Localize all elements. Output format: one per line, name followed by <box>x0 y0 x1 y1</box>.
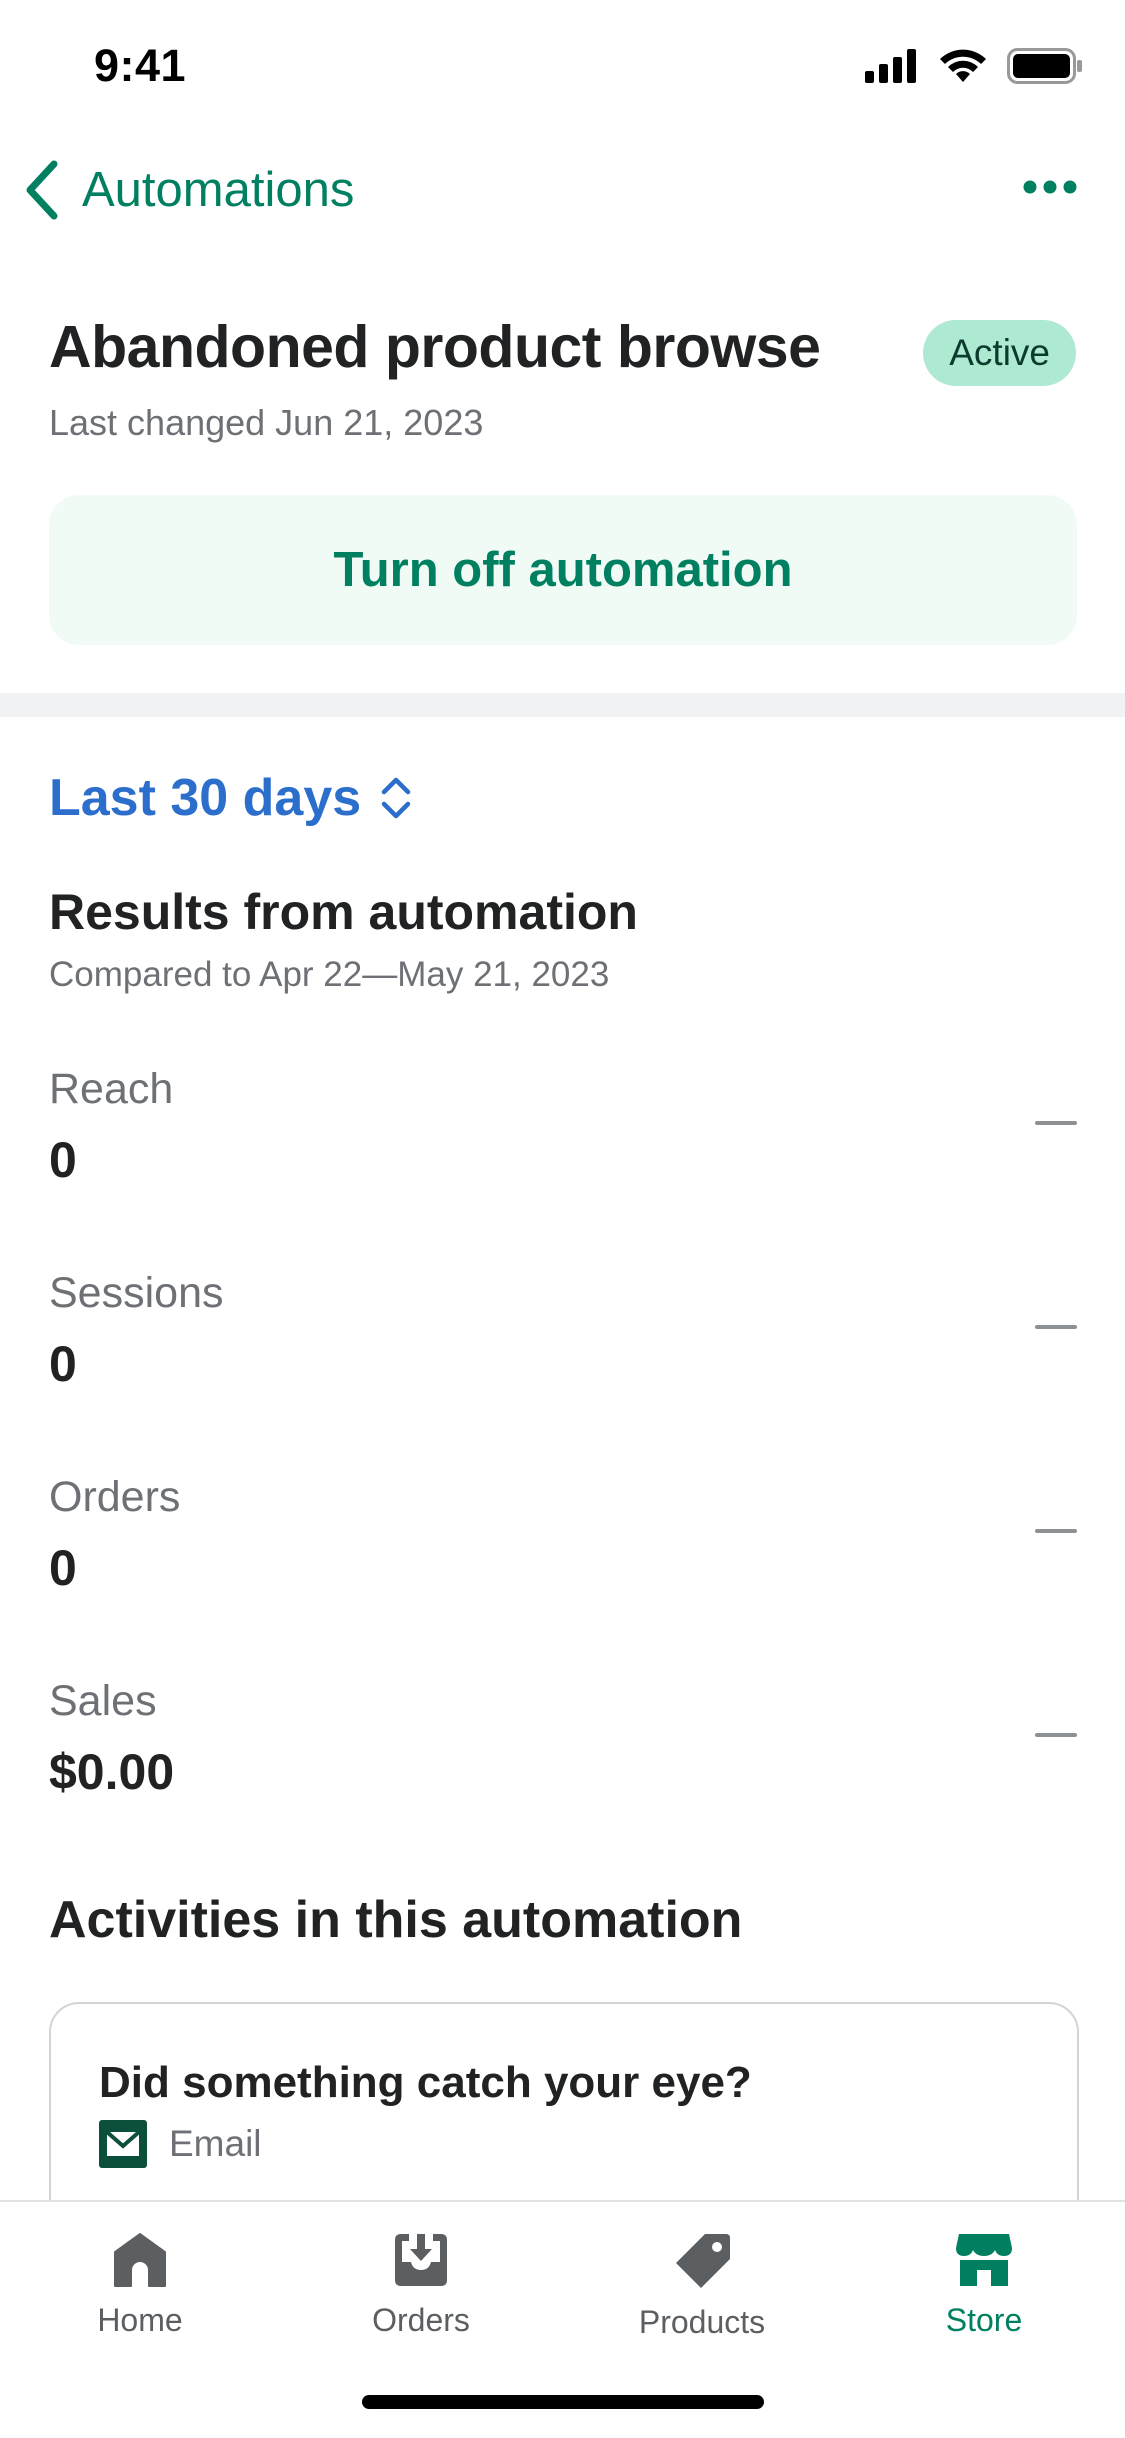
last-changed-text: Last changed Jun 21, 2023 <box>49 402 484 443</box>
more-button[interactable] <box>1023 180 1077 199</box>
status-icons <box>865 48 1083 84</box>
metric-sales: Sales $0.00 <box>49 1677 1077 1857</box>
tab-label: Products <box>638 2304 766 2340</box>
tab-label: Home <box>97 2302 183 2338</box>
tab-store[interactable]: Store <box>884 2232 1084 2339</box>
tab-home[interactable]: Home <box>40 2232 240 2339</box>
results-title: Results from automation <box>49 884 638 940</box>
status-time: 9:41 <box>94 40 187 91</box>
metric-label: Sales <box>49 1677 157 1725</box>
metric-change-dash <box>1035 1121 1077 1125</box>
metric-label: Sessions <box>49 1269 224 1317</box>
tag-icon <box>676 2234 730 2288</box>
status-badge: Active <box>923 320 1076 386</box>
metric-reach: Reach 0 <box>49 1065 1077 1245</box>
home-icon <box>114 2233 166 2287</box>
metric-change-dash <box>1035 1529 1077 1533</box>
metric-label: Reach <box>49 1065 174 1113</box>
tab-orders[interactable]: Orders <box>321 2232 521 2339</box>
date-range-label: Last 30 days <box>49 769 362 827</box>
section-divider <box>0 693 1125 717</box>
tab-label: Orders <box>372 2302 470 2338</box>
back-label: Automations <box>82 163 355 217</box>
wifi-icon <box>940 49 986 82</box>
back-button[interactable]: Automations <box>24 160 354 220</box>
comparison-period: Compared to Apr 22—May 21, 2023 <box>49 955 610 994</box>
metric-orders: Orders 0 <box>49 1473 1077 1653</box>
tab-products[interactable]: Products <box>602 2232 802 2341</box>
page-title: Abandoned product browse <box>49 314 821 380</box>
metric-value: $0.00 <box>49 1744 175 1800</box>
turn-off-automation-button[interactable]: Turn off automation <box>49 495 1077 645</box>
metric-change-dash <box>1035 1733 1077 1737</box>
store-icon <box>956 2234 1012 2286</box>
chevron-up-down-icon <box>381 777 411 819</box>
signal-icon <box>865 49 916 83</box>
activity-type: Email <box>99 2120 262 2168</box>
orders-icon <box>395 2234 447 2286</box>
metric-value: 0 <box>49 1132 77 1188</box>
metric-sessions: Sessions 0 <box>49 1269 1077 1449</box>
home-indicator <box>362 2395 764 2409</box>
date-range-selector[interactable]: Last 30 days <box>49 768 413 828</box>
mail-icon <box>99 2120 147 2168</box>
tab-label: Store <box>945 2302 1023 2338</box>
activities-title: Activities in this automation <box>49 1891 743 1949</box>
metric-value: 0 <box>49 1540 77 1596</box>
metric-change-dash <box>1035 1325 1077 1329</box>
metric-label: Orders <box>49 1473 181 1521</box>
ellipsis-icon <box>1023 180 1077 194</box>
activity-type-label: Email <box>169 2123 262 2164</box>
activity-title: Did something catch your eye? <box>99 2058 752 2107</box>
battery-icon <box>1007 48 1082 84</box>
metric-value: 0 <box>49 1336 77 1392</box>
chevron-left-icon <box>26 160 58 220</box>
